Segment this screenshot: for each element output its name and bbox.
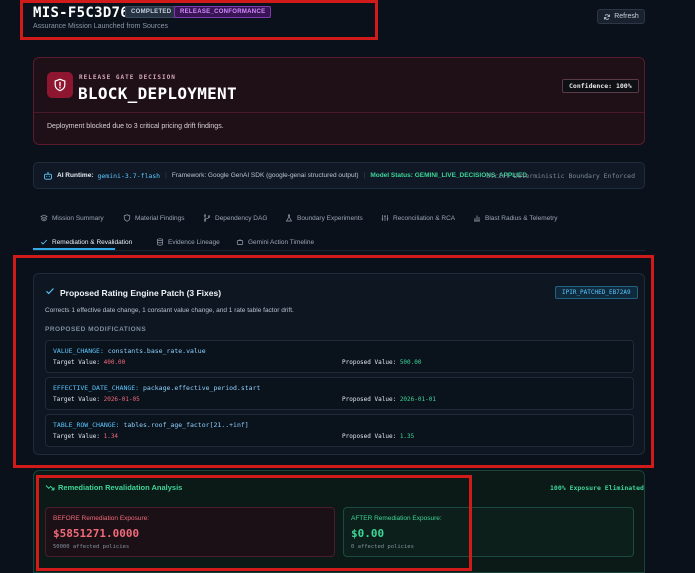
flask-icon bbox=[285, 214, 293, 222]
decision-label: RELEASE GATE DECISION bbox=[79, 74, 176, 81]
mission-id-title: MIS-F5C3D76E bbox=[33, 5, 138, 21]
target-value: 2026-01-05 bbox=[103, 396, 140, 403]
tab-evidence-lineage[interactable]: Evidence Lineage bbox=[156, 236, 220, 248]
refresh-button[interactable]: Refresh bbox=[597, 9, 645, 24]
modification-path: tables.roof_age_factor[21..+inf] bbox=[123, 421, 249, 429]
check-icon bbox=[46, 288, 54, 295]
runtime-framework: Framework: Google GenAI SDK (google-gena… bbox=[171, 172, 359, 179]
tab-boundary-experiments[interactable]: Boundary Experiments bbox=[285, 212, 363, 224]
trending-down-icon bbox=[45, 485, 55, 491]
target-value: 400.00 bbox=[103, 359, 126, 366]
tab-mission-summary[interactable]: Mission Summary bbox=[40, 212, 104, 224]
modification-type: EFFECTIVE_DATE_CHANGE: bbox=[53, 384, 140, 392]
check-icon bbox=[40, 239, 48, 245]
tab-dependency-dag[interactable]: Dependency DAG bbox=[203, 212, 267, 224]
remediation-title: Remediation Revalidation Analysis bbox=[58, 483, 183, 492]
patch-title: Proposed Rating Engine Patch (3 Fixes) bbox=[60, 288, 222, 298]
modification-item: EFFECTIVE_DATE_CHANGE: package.effective… bbox=[45, 377, 634, 410]
modification-type: VALUE_CHANGE: bbox=[53, 347, 104, 355]
ai-runtime-bar: AI Runtime: gemini-3.7-flash | Framework… bbox=[33, 162, 645, 189]
modification-type: TABLE_ROW_CHANGE: bbox=[53, 421, 120, 429]
confidence-badge: Confidence: 100% bbox=[562, 79, 639, 93]
tab-reconciliation-rca[interactable]: Reconciliation & RCA bbox=[381, 212, 455, 224]
proposed-value: 1.35 bbox=[399, 433, 415, 440]
before-exposure-panel: BEFORE Remediation Exposure: $5851271.00… bbox=[45, 507, 335, 557]
target-value-label: Target Value: bbox=[53, 433, 100, 440]
proposed-value-label: Proposed Value: bbox=[342, 359, 397, 366]
bot-icon bbox=[236, 239, 244, 245]
release-gate-decision-card: RELEASE GATE DECISION BLOCK_DEPLOYMENT C… bbox=[33, 57, 645, 145]
tab-blast-radius-telemetry[interactable]: Blast Radius & Telemetry bbox=[473, 212, 558, 224]
target-value-label: Target Value: bbox=[53, 396, 100, 403]
proposed-value: 500.00 bbox=[399, 359, 422, 366]
modification-item: VALUE_CHANGE: constants.base_rate.value … bbox=[45, 340, 634, 373]
proposed-value: 2026-01-01 bbox=[399, 396, 436, 403]
remediation-revalidation-card: Remediation Revalidation Analysis 100% E… bbox=[33, 470, 645, 573]
mission-subtitle: Assurance Mission Launched from Sources bbox=[33, 23, 169, 30]
shield-icon bbox=[123, 214, 131, 222]
bot-icon bbox=[44, 171, 52, 180]
after-exposure-value: $0.00 bbox=[351, 527, 385, 540]
exposure-eliminated-label: 100% Exposure Eliminated bbox=[550, 484, 644, 492]
after-affected-policies: 0 affected policies bbox=[351, 544, 414, 550]
before-affected-policies: 50000 affected policies bbox=[53, 544, 130, 550]
proposed-patch-card: Proposed Rating Engine Patch (3 Fixes) I… bbox=[33, 273, 645, 455]
tab-gemini-action-timeline[interactable]: Gemini Action Timeline bbox=[236, 236, 314, 248]
shield-alert-icon bbox=[47, 72, 73, 98]
modification-path: constants.base_rate.value bbox=[107, 347, 206, 355]
layers-icon bbox=[40, 214, 48, 222]
decision-message: Deployment blocked due to 3 critical pri… bbox=[47, 123, 224, 130]
tab-remediation-revalidation[interactable]: Remediation & Revalidation bbox=[40, 236, 132, 248]
after-exposure-label: AFTER Remediation Exposure: bbox=[351, 515, 442, 522]
decision-divider bbox=[34, 112, 644, 113]
runtime-label: AI Runtime: bbox=[57, 172, 94, 179]
refresh-icon bbox=[604, 13, 611, 20]
before-exposure-label: BEFORE Remediation Exposure: bbox=[53, 515, 150, 522]
status-badge: COMPLETED bbox=[125, 6, 178, 18]
database-icon bbox=[157, 238, 163, 246]
runtime-boundary-note: Strict Deterministic Boundary Enforced bbox=[486, 171, 635, 180]
proposed-modifications-heading: PROPOSED MODIFICATIONS bbox=[45, 326, 147, 333]
target-value: 1.34 bbox=[103, 433, 119, 440]
bar-chart-icon bbox=[474, 215, 480, 222]
tab-material-findings[interactable]: Material Findings bbox=[123, 212, 185, 224]
patch-description: Corrects 1 effective date change, 1 cons… bbox=[45, 307, 294, 314]
modification-path: package.effective_period.start bbox=[143, 384, 261, 392]
active-tab-indicator bbox=[33, 248, 115, 250]
before-exposure-value: $5851271.0000 bbox=[53, 527, 140, 540]
proposed-value-label: Proposed Value: bbox=[342, 433, 397, 440]
after-exposure-panel: AFTER Remediation Exposure: $0.00 0 affe… bbox=[343, 507, 634, 557]
patch-id-tag: IPIR_PATCHED_EB72A9 bbox=[555, 286, 638, 299]
sliders-icon bbox=[381, 215, 389, 221]
tabs-divider bbox=[33, 250, 645, 251]
target-value-label: Target Value: bbox=[53, 359, 100, 366]
git-branch-icon bbox=[203, 214, 211, 222]
mission-type-badge: RELEASE_CONFORMANCE bbox=[174, 6, 272, 18]
proposed-value-label: Proposed Value: bbox=[342, 396, 397, 403]
decision-value: BLOCK_DEPLOYMENT bbox=[78, 84, 237, 103]
modification-item: TABLE_ROW_CHANGE: tables.roof_age_factor… bbox=[45, 414, 634, 447]
refresh-label: Refresh bbox=[614, 13, 639, 20]
runtime-model: gemini-3.7-flash bbox=[97, 171, 161, 180]
